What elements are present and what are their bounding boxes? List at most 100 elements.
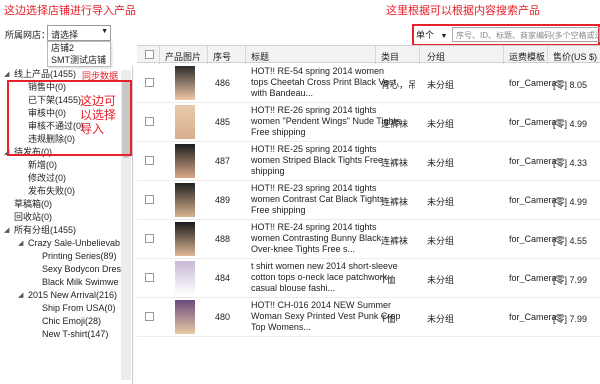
cell-category: 连裤袜	[381, 236, 409, 246]
cell-number: 489	[215, 195, 231, 205]
tree-item[interactable]: 发布失败(0)	[28, 185, 75, 197]
chevron-down-icon: ▼	[440, 33, 448, 40]
cell-group: 未分组	[427, 80, 455, 90]
cell-category: T恤	[381, 275, 396, 285]
tree-item[interactable]: Sexy Bodycon Dres	[42, 263, 121, 275]
cell-shipping-template: for_Camera	[509, 195, 557, 205]
tree-item[interactable]: 新增(0)	[28, 159, 57, 171]
tree-item[interactable]: 草稿箱(0)	[14, 198, 52, 210]
table-row[interactable]: 486 HOT!! RE-54 spring 2014 women tops Ch…	[137, 64, 600, 103]
table-row[interactable]: 488 HOT!! RE-24 spring 2014 tights women …	[137, 220, 600, 259]
cell-number: 487	[215, 156, 231, 166]
annotation-select-store: 这边选择店铺进行导入产品	[4, 5, 136, 17]
tree-item[interactable]: 所有分组(1455)	[14, 224, 76, 236]
col-number[interactable]: 序号	[213, 50, 231, 63]
row-checkbox[interactable]	[145, 234, 154, 243]
tree-item[interactable]: Ship From USA(0)	[42, 302, 116, 314]
sync-data-link[interactable]: 同步数据	[82, 69, 118, 82]
tree-item[interactable]: 2015 New Arrival(216)	[28, 289, 117, 301]
tree-item[interactable]: Black Milk Swimwe	[42, 276, 119, 288]
cell-number: 484	[215, 273, 231, 283]
table-row[interactable]: 485 HOT!! RE-26 spring 2014 tights women …	[137, 103, 600, 142]
product-thumbnail[interactable]	[175, 261, 195, 295]
tree-item[interactable]: 修改过(0)	[28, 172, 66, 184]
expand-arrow-icon[interactable]: ◢	[18, 239, 23, 247]
cell-shipping-template: for_Camera	[509, 273, 557, 283]
col-group[interactable]: 分组	[427, 50, 445, 63]
col-price[interactable]: 售价(US $)	[553, 50, 597, 63]
product-thumbnail[interactable]	[175, 66, 195, 100]
row-checkbox[interactable]	[145, 312, 154, 321]
cell-number: 485	[215, 117, 231, 127]
product-thumbnail[interactable]	[175, 144, 195, 178]
cell-category: 连裤袜	[381, 158, 409, 168]
cell-group: 未分组	[427, 275, 455, 285]
tree-item[interactable]: 线上产品(1455)	[14, 68, 76, 80]
product-table: 产品图片 序号 标题 类目 分组 运费模板 售价(US $) 486 HOT!! …	[137, 45, 600, 384]
tree-item[interactable]: Crazy Sale-Unbelievab	[28, 237, 120, 249]
row-checkbox[interactable]	[145, 78, 154, 87]
cell-price: [零] 7.99	[553, 314, 588, 324]
annotation-search: 这里根据可以根据内容搜索产品	[386, 5, 540, 17]
expand-arrow-icon[interactable]: ◢	[4, 70, 9, 78]
cell-shipping-template: for_Camera	[509, 312, 557, 322]
store-option[interactable]: SMT测试店铺	[48, 54, 110, 66]
product-thumbnail[interactable]	[175, 300, 195, 334]
cell-number: 480	[215, 312, 231, 322]
store-option[interactable]: 店铺2	[48, 42, 110, 54]
cell-price: [零] 7.99	[553, 275, 588, 285]
cell-shipping-template: for_Camera	[509, 78, 557, 88]
product-thumbnail[interactable]	[175, 183, 195, 217]
cell-group: 未分组	[427, 119, 455, 129]
cell-group: 未分组	[427, 197, 455, 207]
tree-item[interactable]: New T-shirt(147)	[42, 328, 108, 340]
cell-shipping-template: for_Camera	[509, 156, 557, 166]
cell-price: [零] 4.99	[553, 197, 588, 207]
cell-category: T恤	[381, 314, 396, 324]
col-product-image[interactable]: 产品图片	[165, 50, 201, 63]
product-thumbnail[interactable]	[175, 105, 195, 139]
store-select-value: 请选择	[51, 30, 79, 40]
cell-category: 连裤袜	[381, 197, 409, 207]
row-checkbox[interactable]	[145, 273, 154, 282]
cell-category: 连裤袜	[381, 119, 409, 129]
row-checkbox[interactable]	[145, 195, 154, 204]
cell-price: [零] 4.99	[553, 119, 588, 129]
table-row[interactable]: 487 HOT!! RE-25 spring 2014 tights women …	[137, 142, 600, 181]
store-dropdown: 店铺2 SMT测试店铺	[47, 41, 111, 67]
chevron-down-icon: ▼	[101, 28, 108, 35]
cell-shipping-template: for_Camera	[509, 117, 557, 127]
tree-item[interactable]: Chic Emoji(28)	[42, 315, 101, 327]
col-title[interactable]: 标题	[251, 50, 269, 63]
select-all-checkbox[interactable]	[145, 50, 154, 59]
product-thumbnail[interactable]	[175, 222, 195, 256]
cell-group: 未分组	[427, 158, 455, 168]
row-checkbox[interactable]	[145, 117, 154, 126]
search-mode-select[interactable]: 单个 ▼	[416, 28, 452, 42]
row-checkbox[interactable]	[145, 156, 154, 165]
cell-category: 背心，吊带	[381, 80, 415, 90]
col-category[interactable]: 类目	[381, 50, 399, 63]
table-header: 产品图片 序号 标题 类目 分组 运费模板 售价(US $)	[137, 45, 600, 64]
table-row[interactable]: 484 t shirt women new 2014 short-sleeve c…	[137, 259, 600, 298]
cell-price: [零] 8.05	[553, 80, 588, 90]
tree-item[interactable]: 回收站(0)	[14, 211, 52, 223]
tree-item[interactable]: Printing Series(89)	[42, 250, 117, 262]
cell-group: 未分组	[427, 236, 455, 246]
table-row[interactable]: 489 HOT!! RE-23 spring 2014 tights women …	[137, 181, 600, 220]
annotation-import-note: 这边可以选择导入	[80, 94, 117, 136]
search-mode-value: 单个	[416, 30, 435, 40]
table-row[interactable]: 480 HOT!! CH-016 2014 NEW Summer Woman Se…	[137, 298, 600, 337]
search-input[interactable]: 序号、ID、标题、商家编码(多个空格或逗	[452, 27, 600, 42]
col-shipping-template[interactable]: 运费模板	[509, 50, 545, 63]
store-select[interactable]: 请选择 ▼	[47, 25, 111, 41]
cell-shipping-template: for_Camera	[509, 234, 557, 244]
cell-price: [零] 4.33	[553, 158, 588, 168]
cell-group: 未分组	[427, 314, 455, 324]
store-label: 所属网店：	[5, 30, 51, 40]
cell-price: [零] 4.55	[553, 236, 588, 246]
expand-arrow-icon[interactable]: ◢	[18, 291, 23, 299]
cell-number: 488	[215, 234, 231, 244]
cell-number: 486	[215, 78, 231, 88]
expand-arrow-icon[interactable]: ◢	[4, 226, 9, 234]
